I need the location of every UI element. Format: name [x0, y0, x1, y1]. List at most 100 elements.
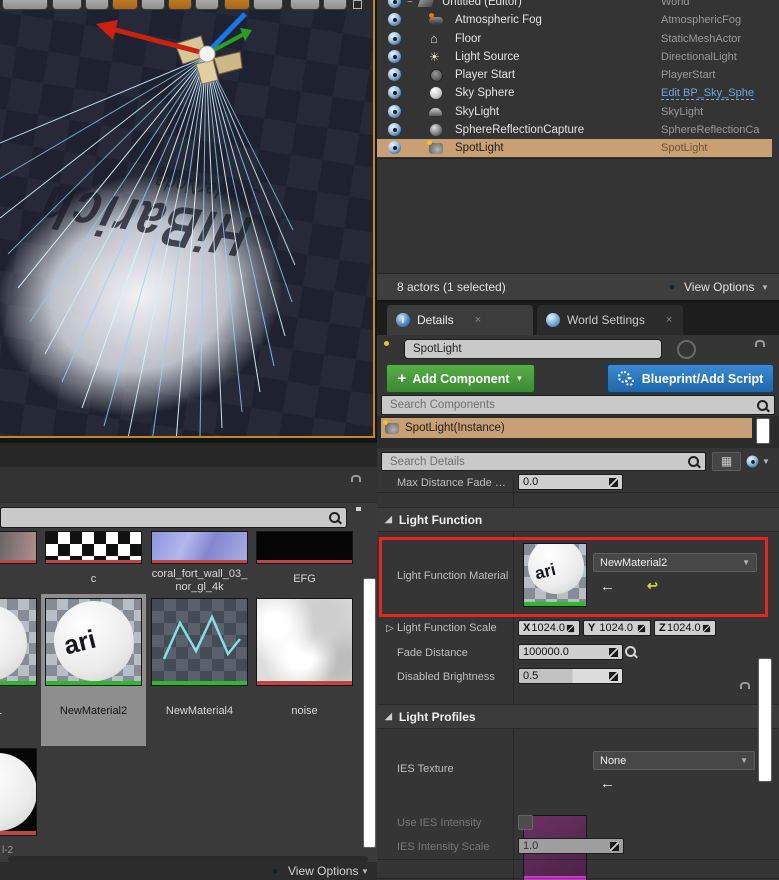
search-components-input[interactable] [388, 398, 757, 412]
light-function-material-dropdown[interactable]: NewMaterial2 ▼ [593, 553, 757, 572]
fade-distance-field[interactable]: 100000.0 [518, 644, 623, 660]
visibility-eye-icon[interactable] [388, 105, 401, 118]
asset-thumbnail[interactable] [0, 598, 37, 686]
level-viewport[interactable]: HiBarich ShaderNode [0, 0, 375, 438]
asset-thumbnail[interactable] [151, 531, 248, 564]
outliner-row-skylight[interactable]: SkyLight SkyLight [377, 103, 772, 121]
max-distance-fade-field[interactable]: 0.0 [518, 474, 623, 490]
transform-gizmo[interactable] [0, 10, 373, 120]
property-matrix-button[interactable]: ▦ [712, 452, 741, 471]
visibility-eye-icon[interactable] [388, 141, 401, 154]
visibility-eye-icon[interactable] [388, 50, 401, 63]
component-row-spotlight-instance[interactable]: SpotLight(Instance) [381, 418, 752, 438]
drag-corner-icon[interactable] [610, 841, 619, 851]
viewport-scene[interactable]: HiBarich ShaderNode [0, 10, 373, 436]
asset-label[interactable]: NewMaterial4 [151, 705, 248, 718]
outliner-row-floor[interactable]: ⌂ Floor StaticMeshActor [377, 30, 772, 48]
asset-thumbnail-newmaterial2[interactable]: ari [45, 598, 142, 686]
scale-x-field[interactable]: X 1024.0 [518, 620, 580, 636]
components-scrollbar[interactable] [756, 418, 770, 444]
scale-snap-button[interactable] [224, 0, 250, 10]
drag-corner-icon[interactable] [637, 624, 646, 632]
actor-name-field[interactable] [404, 339, 662, 359]
asset-thumbnail-noise[interactable] [256, 598, 353, 686]
transform-tool-button[interactable] [52, 0, 82, 10]
asset-thumbnail-newmaterial4[interactable] [151, 598, 248, 686]
asset-label[interactable]: y [0, 573, 37, 586]
outliner-row-spotlight[interactable]: SpotLight SpotLight [377, 139, 772, 157]
drag-corner-icon[interactable] [609, 477, 618, 487]
use-ies-intensity-checkbox[interactable] [518, 815, 533, 830]
outliner-row-sky-sphere[interactable]: Sky Sphere Edit BP_Sky_Sphe [377, 84, 772, 102]
scale-z-field[interactable]: Z 1024.0 [654, 620, 716, 636]
close-tab-icon[interactable]: × [666, 314, 672, 326]
asset-label[interactable]: c [45, 573, 142, 586]
asset-thumbnail[interactable] [0, 531, 37, 564]
expander-icon[interactable]: − [407, 0, 413, 8]
visibility-eye-icon[interactable] [388, 32, 401, 45]
asset-thumbnail[interactable] [45, 531, 142, 564]
browse-asset-icon[interactable] [625, 646, 636, 657]
reset-to-default-icon[interactable]: ↩ [647, 578, 658, 594]
asset-label[interactable]: EFG [256, 573, 353, 586]
rotation-snap-value-dropdown[interactable] [195, 0, 219, 10]
outliner-row-player-start[interactable]: Player Start PlayerStart [377, 66, 772, 84]
use-selected-asset-icon[interactable]: ← [600, 775, 615, 792]
visibility-eye-icon[interactable] [388, 13, 401, 26]
light-function-material-thumbnail[interactable]: ari [523, 543, 587, 607]
drag-corner-icon[interactable] [609, 671, 618, 681]
visibility-eye-icon[interactable] [388, 68, 401, 81]
content-search-input[interactable] [7, 510, 329, 525]
light-profiles-section-header[interactable]: ◢ Light Profiles [377, 704, 779, 729]
visibility-eye-icon[interactable] [388, 0, 401, 8]
light-function-section-header[interactable]: ◢ Light Function [377, 507, 779, 532]
drag-corner-icon[interactable] [566, 624, 575, 632]
help-icon[interactable] [677, 340, 696, 359]
outliner-row-atmospheric-fog[interactable]: Atmospheric Fog AtmosphericFog [377, 11, 772, 29]
collapsed-triangle-icon[interactable]: ▷ [386, 623, 394, 634]
maximize-viewport-icon[interactable] [353, 0, 362, 9]
content-browser-scrollbar[interactable] [363, 578, 376, 848]
asset-thumbnail[interactable] [0, 748, 37, 836]
scale-y-field[interactable]: Y 1024.0 [583, 620, 651, 636]
coord-system-button[interactable] [85, 0, 109, 10]
use-selected-asset-icon[interactable]: ← [600, 578, 615, 595]
scale-snap-value-dropdown[interactable] [253, 0, 283, 10]
asset-label[interactable]: erial1 [0, 705, 37, 718]
search-components-field[interactable] [381, 395, 775, 415]
visibility-eye-icon[interactable] [388, 123, 401, 136]
edit-blueprint-link[interactable]: Edit BP_Sky_Sphe [661, 87, 754, 100]
close-tab-icon[interactable]: × [475, 314, 481, 326]
search-details-input[interactable] [388, 454, 688, 469]
outliner-row-world[interactable]: − Untitled (Editor) World [377, 0, 772, 11]
add-component-button[interactable]: + Add Component ▼ [386, 364, 535, 393]
grid-snap-value-dropdown[interactable] [141, 0, 165, 10]
drag-corner-icon[interactable] [702, 624, 711, 632]
ies-texture-dropdown[interactable]: None ▼ [593, 751, 755, 770]
property-column-divider[interactable] [513, 473, 514, 880]
tab-world-settings[interactable]: World Settings × [537, 305, 683, 335]
asset-label[interactable]: coral_fort_wall_03_nor_gl_4k [151, 568, 248, 594]
grid-snap-button[interactable] [112, 0, 138, 10]
content-search-field[interactable] [0, 507, 347, 528]
tab-details[interactable]: i Details × [387, 305, 533, 335]
viewport-options-button[interactable] [2, 0, 48, 10]
rotation-snap-button[interactable] [168, 0, 192, 10]
outliner-row-sphere-reflection-capture[interactable]: SphereReflectionCapture SphereReflection… [377, 121, 772, 139]
asset-label-newmaterial2[interactable]: NewMaterial2 [45, 705, 142, 718]
asset-thumbnail[interactable] [256, 531, 353, 564]
visibility-eye-icon[interactable] [388, 86, 401, 99]
content-view-options-button[interactable]: View Options [288, 864, 358, 878]
camera-speed-button[interactable] [290, 0, 320, 10]
ies-intensity-scale-field[interactable]: 1.0 [518, 838, 624, 854]
drag-corner-icon[interactable] [609, 647, 618, 657]
camera-speed-value-dropdown[interactable] [323, 0, 347, 10]
outliner-view-options-button[interactable]: View Options [684, 280, 754, 294]
blueprint-add-script-button[interactable]: Blueprint/Add Script [607, 364, 774, 393]
details-scrollbar[interactable] [758, 658, 772, 782]
asset-label[interactable]: noise [256, 705, 353, 718]
search-details-field[interactable] [381, 452, 706, 471]
details-view-options-button[interactable]: ▼ [746, 452, 774, 471]
outliner-row-light-source[interactable]: ☀ Light Source DirectionalLight [377, 48, 772, 66]
disabled-brightness-field[interactable]: 0.5 [518, 668, 623, 684]
